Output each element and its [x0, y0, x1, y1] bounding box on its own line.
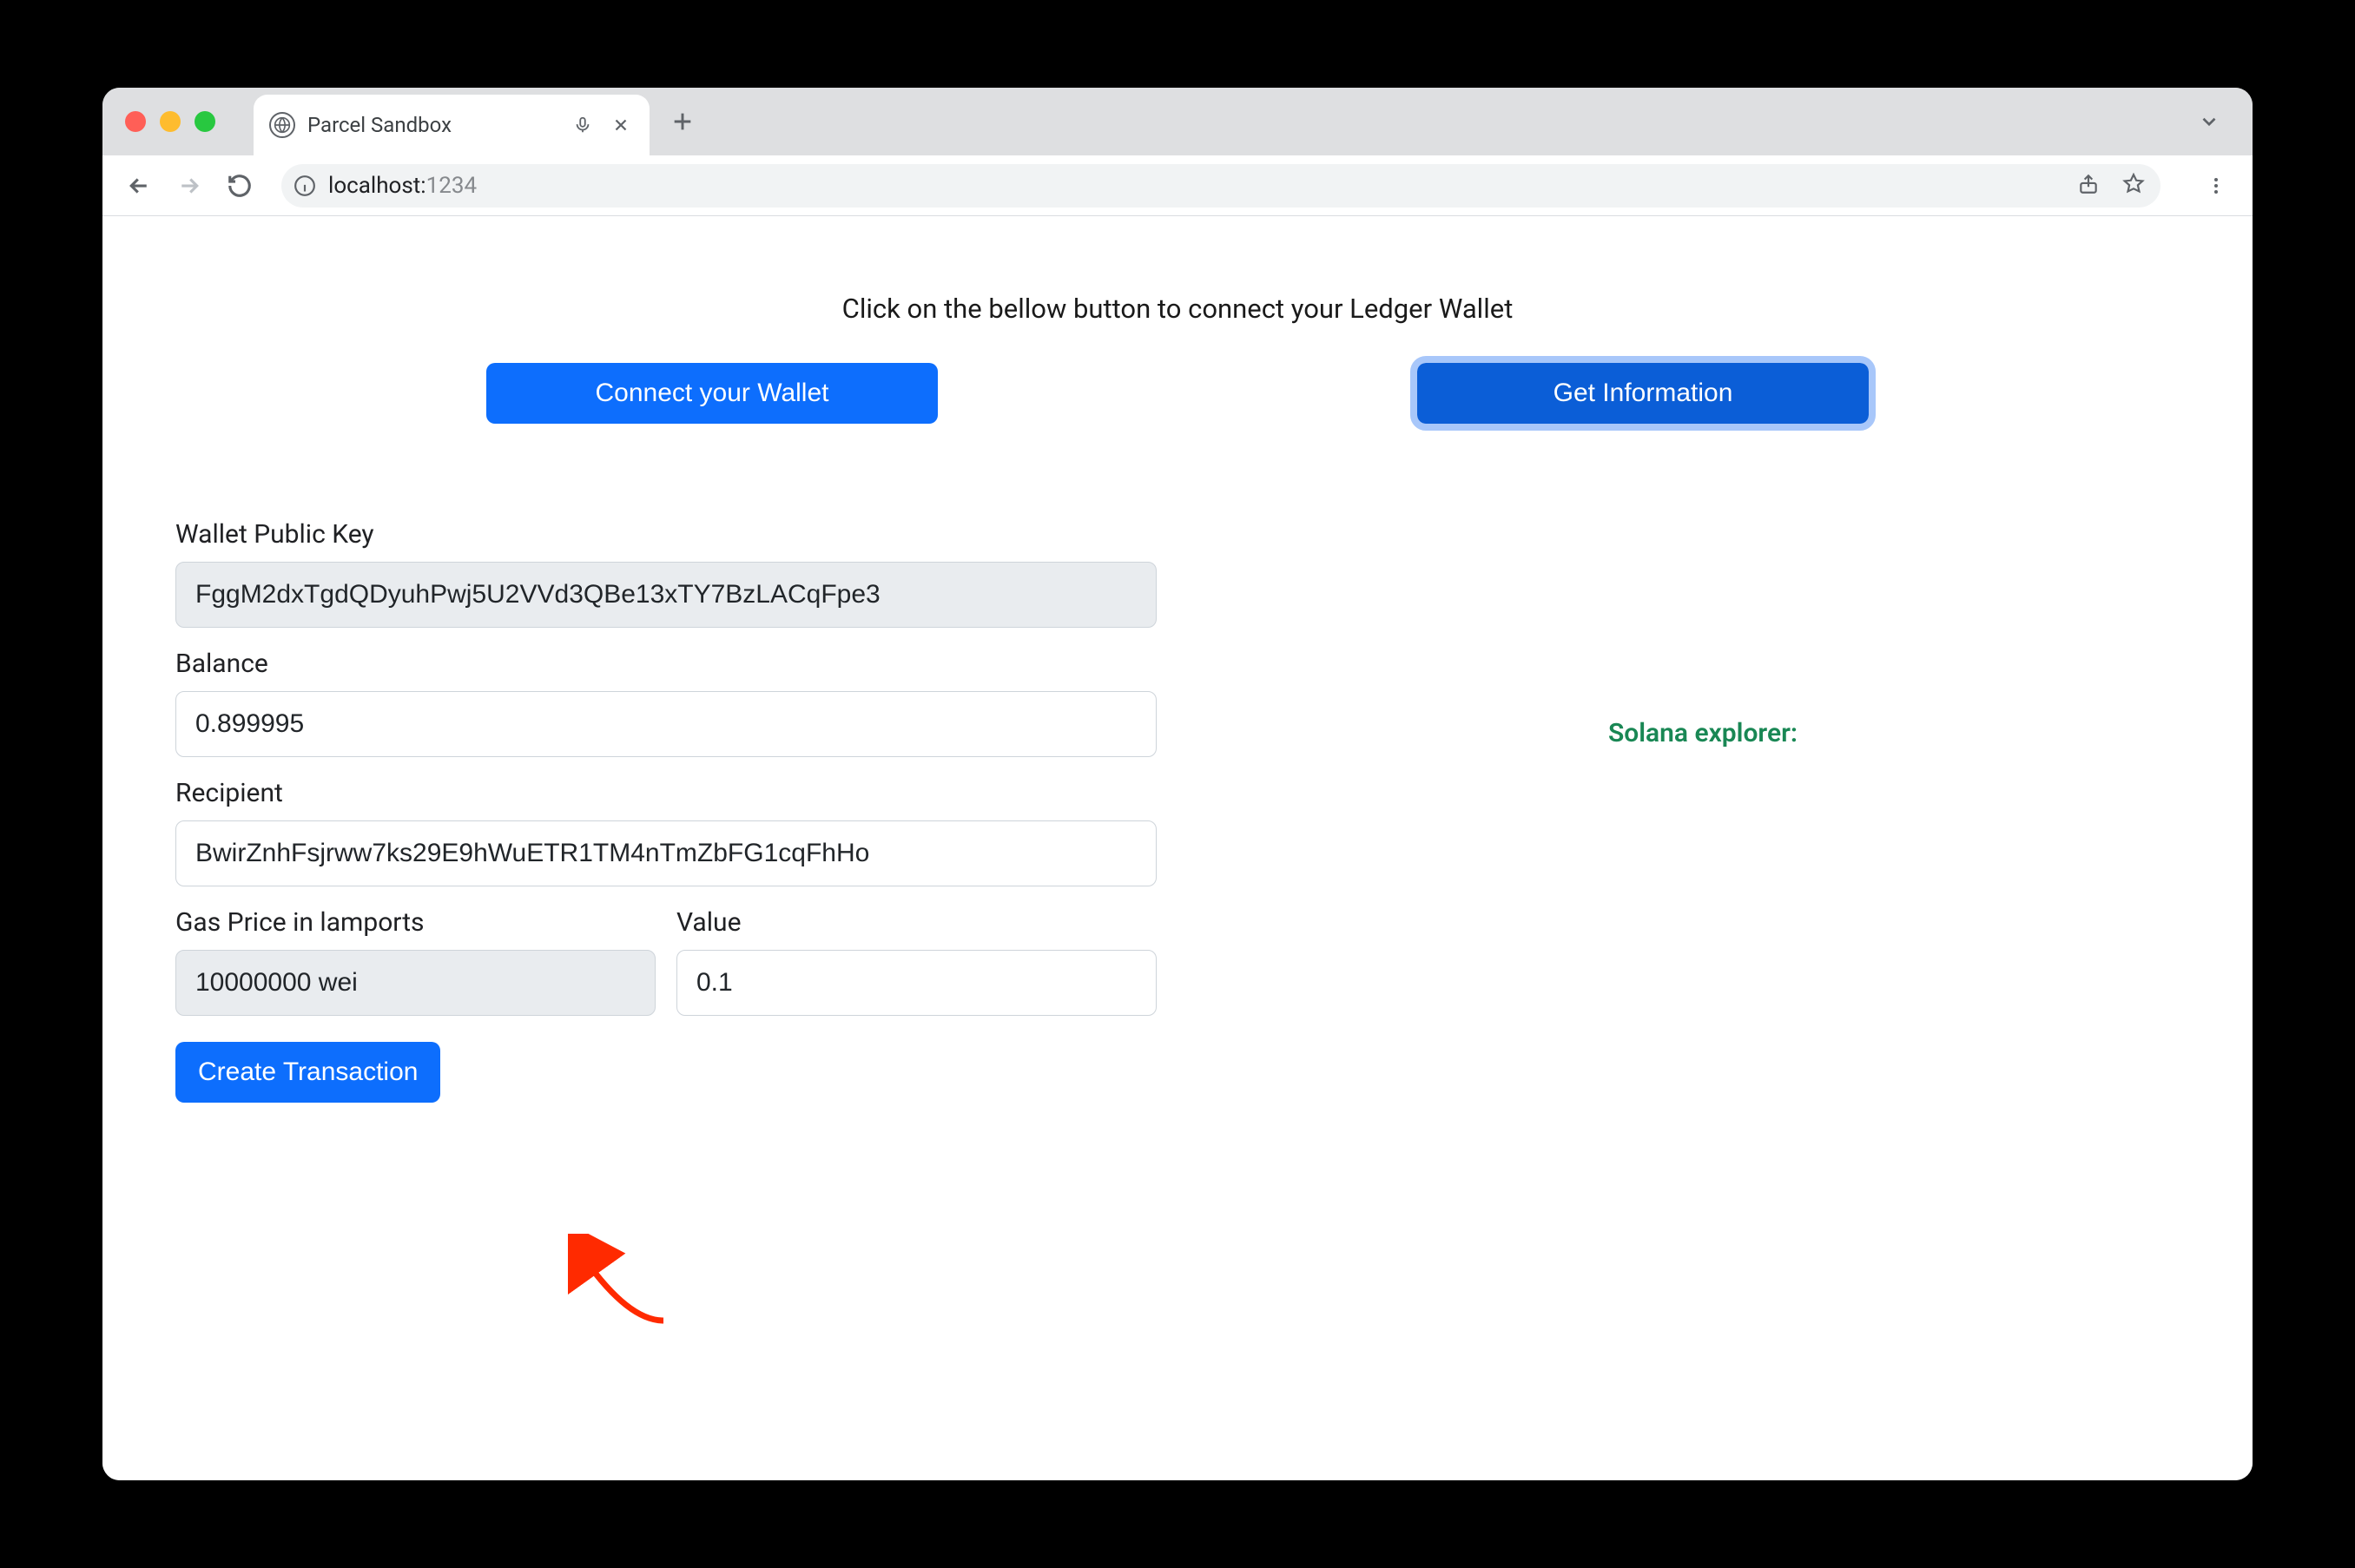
public-key-input[interactable] [175, 562, 1157, 628]
reload-button[interactable] [221, 167, 259, 205]
tab-title: Parcel Sandbox [307, 113, 557, 137]
gas-price-label: Gas Price in lamports [175, 907, 656, 938]
top-buttons-row: Connect your Wallet Get Information [175, 363, 2180, 424]
field-gas-price: Gas Price in lamports [175, 907, 656, 1016]
window-controls [125, 111, 215, 132]
share-icon[interactable] [2077, 173, 2100, 199]
solana-explorer-label: Solana explorer: [1608, 718, 1798, 748]
window-minimize-button[interactable] [160, 111, 181, 132]
recipient-label: Recipient [175, 778, 1157, 808]
create-transaction-button[interactable]: Create Transaction [175, 1042, 440, 1103]
page-content: Click on the bellow button to connect yo… [102, 216, 2253, 1480]
window-maximize-button[interactable] [195, 111, 215, 132]
recipient-input[interactable] [175, 820, 1157, 886]
annotation-arrow-icon [568, 1234, 672, 1333]
public-key-label: Wallet Public Key [175, 519, 1157, 550]
tab-close-icon[interactable] [608, 112, 634, 138]
site-info-icon[interactable] [294, 175, 316, 197]
address-bar[interactable]: localhost:1234 [281, 164, 2160, 208]
field-value: Value [676, 907, 1157, 1016]
back-button[interactable] [120, 167, 158, 205]
connect-wallet-button[interactable]: Connect your Wallet [486, 363, 938, 424]
balance-label: Balance [175, 649, 1157, 679]
browser-menu-button[interactable] [2197, 167, 2235, 205]
globe-icon [269, 112, 295, 138]
window-close-button[interactable] [125, 111, 146, 132]
url-text: localhost:1234 [328, 173, 2065, 199]
bookmark-icon[interactable] [2122, 173, 2145, 199]
gas-price-input[interactable] [175, 950, 656, 1016]
new-tab-button[interactable] [658, 97, 707, 146]
get-information-button[interactable]: Get Information [1417, 363, 1869, 424]
transaction-form: Wallet Public Key Balance Recipient Gas … [175, 519, 1157, 1103]
instruction-text: Click on the bellow button to connect yo… [175, 293, 2180, 325]
balance-input[interactable] [175, 691, 1157, 757]
side-column: Solana explorer: [1226, 519, 2180, 1103]
value-input[interactable] [676, 950, 1157, 1016]
field-balance: Balance [175, 649, 1157, 757]
tab-audio-icon[interactable] [570, 112, 596, 138]
tabs-overflow-button[interactable] [2192, 104, 2226, 139]
tab-strip: Parcel Sandbox [102, 88, 2253, 155]
browser-window: Parcel Sandbox local [102, 88, 2253, 1480]
browser-tab[interactable]: Parcel Sandbox [254, 95, 650, 155]
field-public-key: Wallet Public Key [175, 519, 1157, 628]
toolbar: localhost:1234 [102, 155, 2253, 216]
forward-button[interactable] [170, 167, 208, 205]
field-recipient: Recipient [175, 778, 1157, 886]
value-label: Value [676, 907, 1157, 938]
